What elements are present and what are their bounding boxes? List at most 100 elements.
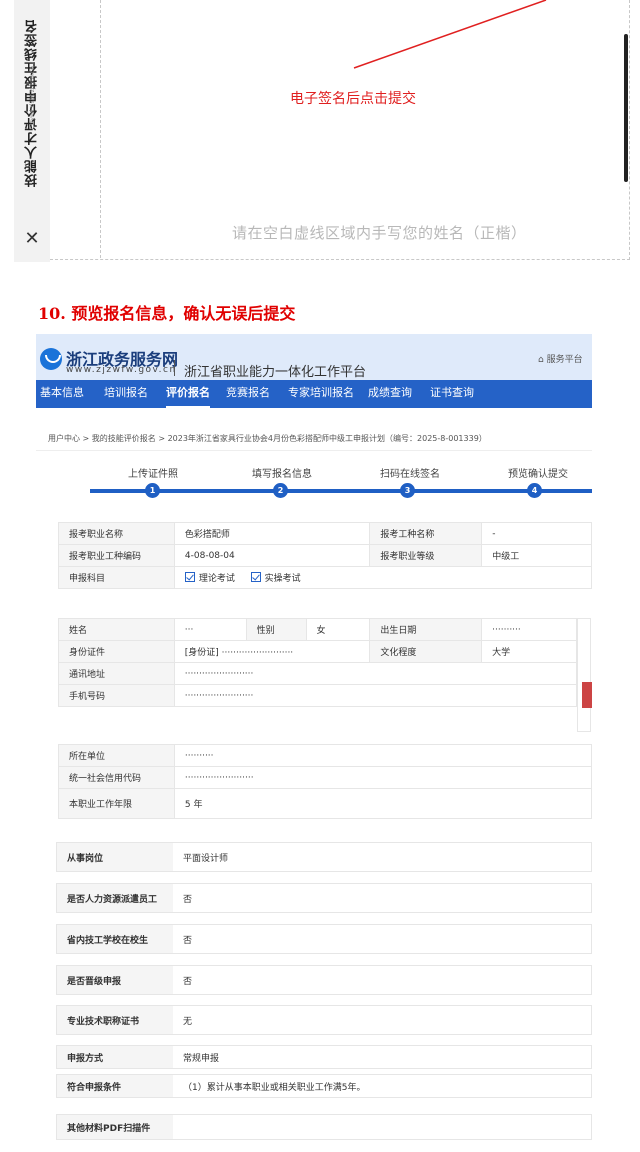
work-table: 所在单位 ·········· 统一社会信用代码 ···············…	[58, 744, 592, 819]
field-value: ··········	[173, 744, 592, 767]
signature-panel: 技能人才评价申报在线签名 zyml.rlsbt.zj.gov.cn ✕ 电子签名…	[14, 0, 630, 262]
field-label: 省内技工学校在校生	[57, 925, 173, 953]
field-label: 报考职业工种编码	[58, 544, 175, 567]
portal-header: 浙江政务服务网 www.zjzwfw.gov.cn 浙江省职业能力一体化工作平台…	[36, 334, 592, 380]
field-value: 色彩搭配师	[173, 522, 371, 545]
step-label-2: 填写报名信息	[252, 469, 312, 480]
scrollbar[interactable]	[624, 34, 628, 182]
photo-frame	[577, 618, 591, 732]
site-url: www.zjzwfw.gov.cn	[66, 365, 177, 375]
field-label: 从事岗位	[57, 843, 173, 871]
id-type: [身份证]	[184, 648, 219, 658]
field-label: 符合申报条件	[57, 1075, 173, 1097]
header-divider	[174, 360, 175, 376]
personal-table: 姓名 ··· 性别 女 出生日期 ·········· 身份证件 [身份证] ·…	[58, 618, 578, 707]
breadcrumb: 用户中心 > 我的技能评价报名 > 2023年浙江省家具行业协会4月份色彩搭配师…	[48, 434, 487, 443]
step-label-3: 扫码在线签名	[380, 469, 440, 480]
subjects-value: 理论考试 实操考试	[173, 566, 592, 589]
field-value: 否	[183, 935, 193, 946]
field-value: -	[481, 522, 592, 545]
field-value: 常规申报	[183, 1053, 220, 1064]
portal-preview: 浙江政务服务网 www.zjzwfw.gov.cn 浙江省职业能力一体化工作平台…	[36, 334, 592, 1146]
nav-item-basic-info[interactable]: 基本信息	[40, 380, 84, 408]
nav-item-scores[interactable]: 成绩查询	[368, 380, 412, 408]
main-nav: 基本信息 培训报名 评价报名 竞赛报名 专家培训报名 成绩查询 证书查询	[36, 380, 592, 408]
field-label: 出生日期	[369, 618, 483, 641]
annotation-text: 电子签名后点击提交	[290, 91, 416, 107]
platform-name: 浙江省职业能力一体化工作平台	[184, 365, 367, 380]
field-label: 手机号码	[58, 684, 175, 707]
field-label: 性别	[245, 618, 307, 641]
progress-bar	[90, 489, 592, 493]
field-label: 报考职业名称	[58, 522, 175, 545]
field-value: 大学	[481, 640, 577, 663]
field-label: 申报方式	[57, 1046, 173, 1068]
field-label: 报考工种名称	[369, 522, 483, 545]
step-label-1: 上传证件照	[128, 469, 178, 480]
step-dot-4: 4	[527, 483, 542, 498]
field-value: 否	[183, 894, 193, 905]
table-row: 本职业工作年限 5 年	[58, 788, 592, 819]
table-row: 姓名 ··· 性别 女 出生日期 ··········	[58, 618, 577, 641]
table-row: 是否人力资源派遣员工 否	[56, 883, 592, 913]
table-row: 报考职业名称 色彩搭配师 报考工种名称 -	[58, 522, 592, 545]
nav-item-training[interactable]: 培训报名	[104, 380, 148, 408]
signature-url-wrap: zyml.rlsbt.zj.gov.cn	[27, 50, 37, 140]
checkbox-theory[interactable]	[184, 572, 195, 582]
field-value: ························	[173, 662, 578, 685]
field-label: 统一社会信用代码	[58, 766, 175, 789]
field-label: 身份证件	[58, 640, 175, 663]
table-row: 省内技工学校在校生 否	[56, 924, 592, 954]
table-row: 统一社会信用代码 ························	[58, 766, 592, 789]
nav-item-expert-training[interactable]: 专家培训报名	[288, 380, 354, 408]
field-value: 平面设计师	[183, 853, 229, 864]
logo-icon	[40, 348, 62, 370]
annotation-arrow-line	[353, 0, 547, 69]
field-label: 姓名	[58, 618, 175, 641]
occupation-table: 报考职业名称 色彩搭配师 报考工种名称 - 报考职业工种编码 4-08-08-0…	[58, 522, 592, 589]
service-link[interactable]: ⌂ 服务平台	[538, 352, 583, 365]
step-dot-2: 2	[273, 483, 288, 498]
field-value: 5 年	[173, 788, 592, 819]
table-row: 其他材料PDF扫描件	[56, 1114, 592, 1140]
field-value: 否	[183, 976, 193, 987]
field-label: 申报科目	[58, 566, 175, 589]
nav-item-certificates[interactable]: 证书查询	[430, 380, 474, 408]
field-value: 女	[305, 618, 371, 641]
table-row: 通讯地址 ························	[58, 662, 578, 685]
table-row: 手机号码 ························	[58, 684, 578, 707]
field-label: 所在单位	[58, 744, 175, 767]
signature-url: zyml.rlsbt.zj.gov.cn	[28, 66, 36, 124]
field-label: 专业技术职称证书	[57, 1006, 173, 1034]
table-row: 符合申报条件 （1）累计从事本职业或相关职业工作满5年。	[56, 1074, 592, 1098]
home-icon: ⌂	[538, 355, 547, 365]
table-row: 申报科目 理论考试 实操考试	[58, 566, 592, 589]
signature-placeholder: 请在空白虚线区域内手写您的姓名（正楷）	[232, 224, 527, 242]
step-dot-1: 1	[145, 483, 160, 498]
signature-sidebar: 技能人才评价申报在线签名 zyml.rlsbt.zj.gov.cn ✕	[14, 0, 50, 262]
nav-item-evaluation[interactable]: 评价报名	[166, 380, 210, 408]
field-label: 报考职业等级	[369, 544, 483, 567]
checkbox-label: 理论考试	[198, 574, 235, 584]
nav-item-competition[interactable]: 竞赛报名	[226, 380, 270, 408]
field-value: ························	[173, 766, 592, 789]
field-label: 是否人力资源派遣员工	[57, 884, 173, 912]
table-row: 报考职业工种编码 4-08-08-04 报考职业等级 中级工	[58, 544, 592, 567]
table-row: 从事岗位 平面设计师	[56, 842, 592, 872]
field-label: 本职业工作年限	[58, 788, 175, 819]
field-label: 文化程度	[369, 640, 483, 663]
table-row: 所在单位 ··········	[58, 744, 592, 767]
id-photo	[582, 682, 592, 708]
checkbox-practical[interactable]	[250, 572, 261, 582]
field-value: 无	[183, 1016, 193, 1027]
field-label: 是否晋级申报	[57, 966, 173, 994]
step-heading: 10. 预览报名信息，确认无误后提交	[38, 304, 296, 323]
field-value: ··········	[481, 618, 577, 641]
table-row: 是否晋级申报 否	[56, 965, 592, 995]
step-dot-3: 3	[400, 483, 415, 498]
signature-canvas[interactable]: 电子签名后点击提交 请在空白虚线区域内手写您的姓名（正楷）	[50, 0, 630, 260]
table-row: 申报方式 常规申报	[56, 1045, 592, 1069]
table-row: 专业技术职称证书 无	[56, 1005, 592, 1035]
close-icon[interactable]: ✕	[23, 228, 41, 250]
service-link-label: 服务平台	[546, 355, 583, 365]
